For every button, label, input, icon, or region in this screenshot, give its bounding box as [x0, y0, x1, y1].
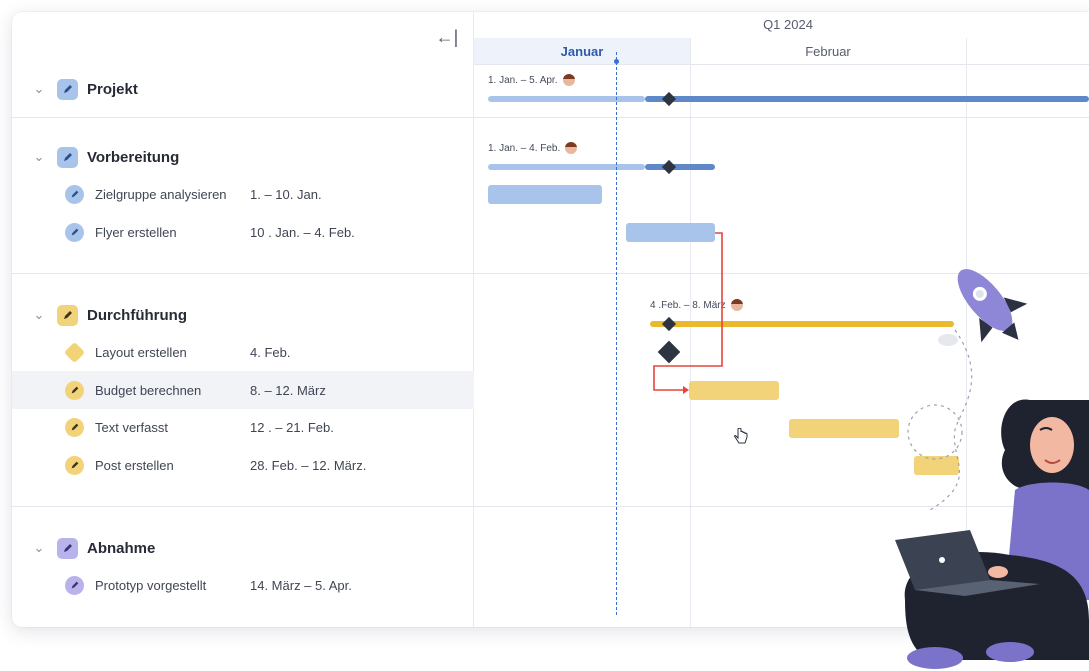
- pencil-icon: [65, 575, 84, 595]
- group-label: Projekt: [87, 80, 138, 98]
- gantt-card: ←| ⌄ Projekt ⌄ Vorbereitung Zielgruppe a…: [12, 12, 1089, 627]
- pencil-icon: [65, 455, 84, 475]
- summary-bar-projekt[interactable]: [488, 96, 645, 102]
- month-januar[interactable]: Januar: [474, 38, 690, 64]
- task-label: Flyer erstellen: [95, 224, 177, 240]
- pencil-icon: [57, 146, 78, 168]
- task-row-selected[interactable]: Budget berechnen 8. – 12. März: [12, 371, 474, 409]
- month-februar[interactable]: Februar: [690, 38, 966, 64]
- task-date: 8. – 12. März: [250, 382, 326, 398]
- collapse-left-icon[interactable]: ←|: [436, 26, 459, 48]
- task-date: 28. Feb. – 12. März.: [250, 457, 367, 473]
- pencil-icon: [65, 184, 84, 204]
- task-label: Post erstellen: [95, 457, 174, 473]
- task-bar-text[interactable]: [789, 419, 899, 438]
- group-label: Durchführung: [87, 306, 187, 324]
- task-row[interactable]: Flyer erstellen 10 . Jan. – 4. Feb.: [12, 213, 473, 251]
- pencil-icon: [57, 304, 78, 326]
- summary-bar-projekt-progress[interactable]: [645, 96, 1089, 102]
- task-date: 1. – 10. Jan.: [250, 186, 322, 202]
- bar-label: 1. Jan. – 4. Feb.: [488, 142, 578, 154]
- chevron-down-icon[interactable]: ⌄: [32, 541, 46, 555]
- group-label: Abnahme: [87, 539, 156, 557]
- task-row[interactable]: Zielgruppe analysieren 1. – 10. Jan.: [12, 175, 473, 213]
- task-label: Budget berechnen: [95, 382, 202, 398]
- task-list-panel: ←| ⌄ Projekt ⌄ Vorbereitung Zielgruppe a…: [12, 12, 1089, 627]
- pencil-icon: [65, 380, 84, 400]
- pencil-icon: [57, 537, 78, 559]
- chevron-down-icon[interactable]: ⌄: [32, 150, 46, 164]
- task-date: 14. März – 5. Apr.: [250, 577, 352, 593]
- group-row-durchfuehrung[interactable]: ⌄ Durchführung: [12, 296, 473, 334]
- task-date: 4. Feb.: [250, 344, 291, 360]
- task-date: 10 . Jan. – 4. Feb.: [250, 224, 355, 240]
- chevron-down-icon[interactable]: ⌄: [32, 82, 46, 96]
- task-row[interactable]: Prototyp vorgestellt 14. März – 5. Apr.: [12, 566, 473, 604]
- task-row[interactable]: Text verfasst 12 . – 21. Feb.: [12, 408, 473, 446]
- task-row[interactable]: Post erstellen 28. Feb. – 12. März.: [12, 446, 473, 484]
- month-gridline: [690, 38, 691, 627]
- group-row-vorbereitung[interactable]: ⌄ Vorbereitung: [12, 138, 473, 176]
- pencil-icon: [57, 78, 78, 100]
- avatar: [562, 74, 575, 86]
- task-label: Text verfasst: [95, 419, 168, 435]
- hand-pointer-icon: [733, 427, 749, 451]
- month-gridline: [966, 38, 967, 627]
- task-bar-zielgruppe[interactable]: [488, 185, 602, 204]
- milestone-icon: [63, 341, 86, 363]
- avatar: [565, 142, 578, 154]
- task-date: 12 . – 21. Feb.: [250, 419, 334, 435]
- group-label: Vorbereitung: [87, 148, 180, 166]
- group-row-abnahme[interactable]: ⌄ Abnahme: [12, 529, 473, 567]
- avatar: [730, 299, 743, 311]
- timeline-panel: Q1 2024 Januar Februar: [474, 12, 1089, 627]
- pencil-icon: [65, 417, 84, 437]
- bar-label: 4 .Feb. – 8. März: [650, 299, 743, 311]
- summary-bar-vorbereitung-progress[interactable]: [645, 164, 715, 170]
- task-row[interactable]: Layout erstellen 4. Feb.: [12, 333, 473, 371]
- bar-label: 1. Jan. – 5. Apr.: [488, 74, 575, 86]
- pencil-icon: [65, 222, 84, 242]
- task-bar-flyer[interactable]: [626, 223, 715, 242]
- today-marker: [614, 59, 619, 64]
- quarter-label: Q1 2024: [763, 17, 813, 32]
- task-bar-budget[interactable]: [689, 381, 779, 400]
- task-label: Layout erstellen: [95, 344, 187, 360]
- task-bar-post[interactable]: [914, 456, 959, 475]
- task-label: Prototyp vorgestellt: [95, 577, 207, 593]
- chevron-down-icon[interactable]: ⌄: [32, 308, 46, 322]
- timeline-header-divider: [474, 64, 1089, 65]
- summary-bar-durchfuehrung[interactable]: [650, 321, 954, 327]
- group-row-projekt[interactable]: ⌄ Projekt: [12, 70, 473, 108]
- summary-bar-vorbereitung[interactable]: [488, 164, 645, 170]
- today-line: [616, 52, 617, 615]
- task-label: Zielgruppe analysieren: [95, 186, 227, 202]
